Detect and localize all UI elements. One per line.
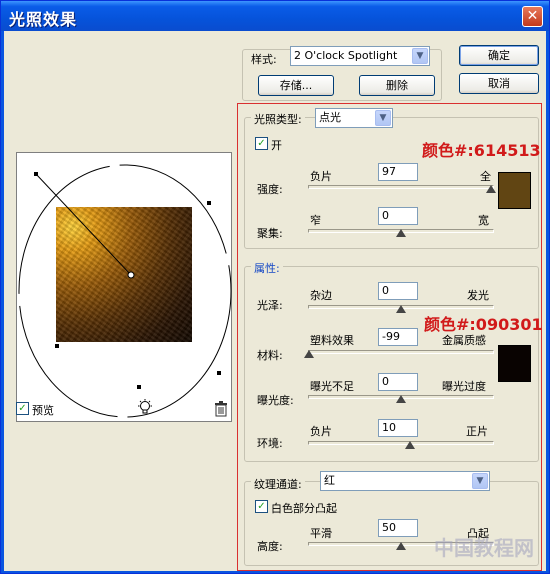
exposure-label: 曝光度:	[257, 394, 294, 407]
light-color-annotation: 颜色#:614513	[422, 141, 541, 160]
focus-left-label: 窄	[310, 214, 321, 227]
exposure-slider-thumb[interactable]	[396, 395, 406, 403]
preview-label: 预览	[32, 404, 54, 417]
light-type-value: 点光	[319, 111, 341, 124]
properties-title: 属性:	[251, 260, 283, 276]
material-right-label: 金属质感	[442, 334, 486, 347]
light-on-label: 开	[271, 139, 282, 152]
intensity-label: 强度:	[257, 183, 283, 196]
ambience-right-label: 正片	[466, 425, 488, 438]
light-type-label: 光照类型:	[251, 111, 305, 127]
ellipse-handle-sw[interactable]	[55, 344, 59, 348]
white-is-high-checkbox[interactable]: ✓	[255, 500, 268, 513]
window-title: 光照效果	[9, 10, 78, 29]
light-on-checkbox[interactable]: ✓	[255, 137, 268, 150]
ambience-slider-thumb[interactable]	[405, 441, 416, 449]
intensity-left-label: 负片	[310, 170, 332, 183]
gloss-slider-thumb[interactable]	[396, 305, 406, 313]
exposure-value-input[interactable]: 0	[378, 373, 418, 391]
light-direction-line	[35, 173, 132, 276]
dialog-body: 样式: 2 O'clock Spotlight ▼ 存储... 删除 确定 取消…	[4, 31, 546, 571]
lightbulb-icon[interactable]	[137, 399, 153, 417]
focus-label: 聚集:	[257, 227, 283, 240]
material-color-swatch[interactable]	[498, 345, 531, 382]
material-value-input[interactable]: -99	[378, 328, 418, 346]
save-button[interactable]: 存储...	[258, 75, 334, 96]
texture-channel-label: 纹理通道:	[251, 476, 305, 492]
intensity-right-label: 全	[480, 170, 491, 183]
texture-channel-value: 红	[324, 474, 335, 487]
ambience-left-label: 负片	[310, 425, 332, 438]
height-left-label: 平滑	[310, 527, 332, 540]
style-select[interactable]: 2 O'clock Spotlight ▼	[290, 46, 430, 66]
focus-value-input[interactable]: 0	[378, 207, 418, 225]
gloss-right-label: 发光	[467, 289, 489, 302]
dialog-window: 光照效果 ✕ 样式: 2 O'clock Spotlight ▼ 存储... 删…	[0, 0, 550, 574]
delete-button[interactable]: 删除	[359, 75, 435, 96]
ok-button[interactable]: 确定	[459, 45, 539, 66]
title-bar[interactable]: 光照效果 ✕	[1, 1, 549, 31]
material-slider-thumb[interactable]	[303, 350, 314, 358]
exposure-left-label: 曝光不足	[310, 380, 354, 393]
style-label: 样式:	[251, 53, 277, 66]
intensity-slider-thumb[interactable]	[486, 185, 497, 193]
preview-checkbox[interactable]: ✓	[16, 402, 29, 415]
preview-canvas[interactable]	[16, 152, 232, 422]
material-left-label: 塑料效果	[310, 334, 354, 347]
material-slider-track[interactable]	[308, 350, 494, 354]
light-ellipse-overlay[interactable]	[17, 153, 233, 423]
height-value-input[interactable]: 50	[378, 519, 418, 537]
texture-channel-select[interactable]: 红 ▼	[320, 471, 490, 491]
light-ellipse[interactable]	[18, 164, 232, 418]
light-center-handle[interactable]	[127, 271, 135, 279]
white-is-high-label: 白色部分凸起	[271, 502, 337, 515]
watermark: 中国教程网	[434, 536, 534, 560]
focus-slider-thumb[interactable]	[396, 229, 406, 237]
ambience-value-input[interactable]: 10	[378, 419, 418, 437]
light-color-swatch[interactable]	[498, 172, 531, 209]
ambience-slider-track[interactable]	[308, 441, 494, 445]
height-slider-thumb[interactable]	[396, 542, 406, 550]
chevron-down-icon: ▼	[375, 110, 391, 126]
height-label: 高度:	[257, 540, 283, 553]
ambience-label: 环境:	[257, 437, 283, 450]
gloss-value-input[interactable]: 0	[378, 282, 418, 300]
intensity-value-input[interactable]: 97	[378, 163, 418, 181]
ellipse-handle-ne[interactable]	[207, 201, 211, 205]
ellipse-handle-se[interactable]	[217, 371, 221, 375]
close-button[interactable]: ✕	[522, 6, 543, 27]
ellipse-handle-s[interactable]	[137, 385, 141, 389]
style-select-value: 2 O'clock Spotlight	[294, 49, 398, 62]
chevron-down-icon: ▼	[412, 48, 428, 64]
gloss-label: 光泽:	[257, 299, 283, 312]
trash-icon[interactable]	[214, 401, 228, 417]
exposure-right-label: 曝光过度	[442, 380, 486, 393]
light-direction-handle[interactable]	[34, 172, 38, 176]
gloss-left-label: 杂边	[310, 289, 332, 302]
chevron-down-icon: ▼	[472, 473, 488, 489]
light-type-select[interactable]: 点光 ▼	[315, 108, 393, 128]
intensity-slider-track[interactable]	[308, 185, 494, 189]
material-label: 材料:	[257, 349, 283, 362]
cancel-button[interactable]: 取消	[459, 73, 539, 94]
focus-right-label: 宽	[478, 214, 489, 227]
